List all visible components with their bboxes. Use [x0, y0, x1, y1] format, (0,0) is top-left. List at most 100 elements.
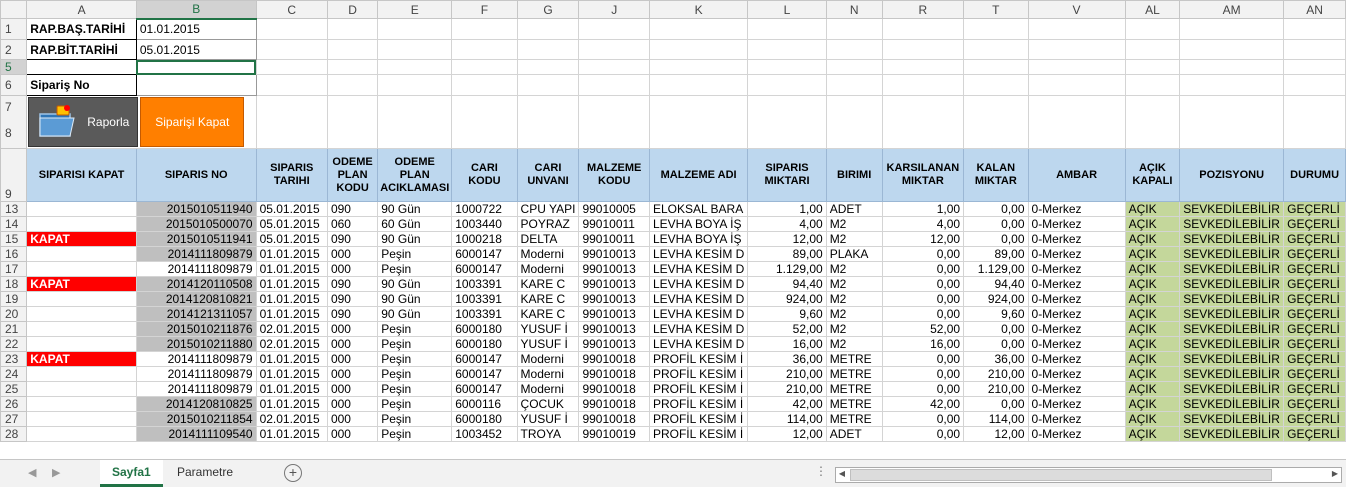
- acik-kapali-cell[interactable]: AÇIK: [1124, 246, 1181, 262]
- row-header[interactable]: 17: [0, 261, 28, 277]
- empty-cell[interactable]: [825, 59, 883, 75]
- ambar-cell[interactable]: 0-Merkez: [1027, 246, 1126, 262]
- birimi-cell[interactable]: M2: [825, 261, 883, 277]
- empty-cell[interactable]: [825, 74, 883, 96]
- pozisyonu-cell[interactable]: SEVKEDİLEBİLİR: [1179, 411, 1285, 427]
- siparis-miktari-cell[interactable]: 52,00: [747, 321, 827, 337]
- cari-unvani-cell[interactable]: TROYA: [516, 426, 580, 442]
- odeme-plan-kodu-cell[interactable]: 000: [326, 246, 379, 262]
- odeme-plan-kodu-cell[interactable]: 090: [326, 276, 379, 292]
- siparisi-kapat-cell[interactable]: [26, 336, 137, 352]
- header-cari-unvani[interactable]: CARI UNVANI: [516, 148, 580, 202]
- header-durumu[interactable]: DURUMU: [1283, 148, 1346, 202]
- malzeme-adi-cell[interactable]: PROFİL KESİM İ: [648, 351, 749, 367]
- siparisi-kapat-cell[interactable]: [26, 366, 137, 382]
- malzeme-adi-cell[interactable]: ELOKSAL BARA: [648, 201, 749, 217]
- cari-unvani-cell[interactable]: ÇOCUK: [516, 396, 580, 412]
- durumu-cell[interactable]: GEÇERLİ: [1283, 426, 1346, 442]
- odeme-plan-kodu-cell[interactable]: 000: [326, 321, 379, 337]
- acik-kapali-cell[interactable]: AÇIK: [1124, 216, 1181, 232]
- ambar-cell[interactable]: 0-Merkez: [1027, 231, 1126, 247]
- empty-cell[interactable]: [1027, 18, 1126, 40]
- triangle-left-icon[interactable]: ◀: [28, 466, 36, 479]
- empty-cell[interactable]: [881, 74, 965, 96]
- malzeme-kodu-cell[interactable]: 99010018: [578, 366, 650, 382]
- empty-cell[interactable]: [326, 74, 379, 96]
- odeme-plan-aciklama-cell[interactable]: Peşin: [377, 246, 453, 262]
- empty-cell[interactable]: [963, 18, 1029, 40]
- odeme-plan-kodu-cell[interactable]: 060: [326, 216, 379, 232]
- siparisi-kapat-cell[interactable]: KAPAT: [26, 276, 137, 292]
- report-end-value[interactable]: 05.01.2015: [135, 39, 257, 60]
- odeme-plan-aciklama-cell[interactable]: 90 Gün: [377, 231, 453, 247]
- malzeme-adi-cell[interactable]: PROFİL KESİM İ: [648, 381, 749, 397]
- cari-kodu-cell[interactable]: 1003391: [451, 306, 518, 322]
- kalan-miktar-cell[interactable]: 36,00: [963, 351, 1029, 367]
- odeme-plan-kodu-cell[interactable]: 000: [326, 351, 379, 367]
- siparis-tarihi-cell[interactable]: 02.01.2015: [255, 321, 328, 337]
- malzeme-adi-cell[interactable]: LEVHA BOYA İŞ: [648, 231, 749, 247]
- order-no-input[interactable]: [135, 74, 257, 96]
- acik-kapali-cell[interactable]: AÇIK: [1124, 336, 1181, 352]
- empty-cell[interactable]: [377, 39, 453, 60]
- acik-kapali-cell[interactable]: AÇIK: [1124, 201, 1181, 217]
- row-header[interactable]: 2: [0, 39, 28, 60]
- odeme-plan-aciklama-cell[interactable]: Peşin: [377, 396, 453, 412]
- cari-unvani-cell[interactable]: Moderni: [516, 366, 580, 382]
- malzeme-adi-cell[interactable]: LEVHA KESİM D: [648, 291, 749, 307]
- malzeme-adi-cell[interactable]: LEVHA KESİM D: [648, 321, 749, 337]
- empty-cell[interactable]: [451, 95, 518, 149]
- siparis-miktari-cell[interactable]: 4,00: [747, 216, 827, 232]
- pozisyonu-cell[interactable]: SEVKEDİLEBİLİR: [1179, 366, 1285, 382]
- cari-unvani-cell[interactable]: KARE C: [516, 276, 580, 292]
- durumu-cell[interactable]: GEÇERLİ: [1283, 381, 1346, 397]
- empty-cell[interactable]: [648, 95, 749, 149]
- order-no-label[interactable]: Sipariş No: [26, 74, 137, 96]
- odeme-plan-kodu-cell[interactable]: 000: [326, 411, 379, 427]
- empty-cell[interactable]: [1027, 74, 1126, 96]
- column-header[interactable]: L: [747, 0, 827, 19]
- durumu-cell[interactable]: GEÇERLİ: [1283, 396, 1346, 412]
- odeme-plan-aciklama-cell[interactable]: Peşin: [377, 351, 453, 367]
- odeme-plan-aciklama-cell[interactable]: Peşin: [377, 321, 453, 337]
- empty-cell[interactable]: [1027, 59, 1126, 75]
- malzeme-kodu-cell[interactable]: 99010011: [578, 216, 650, 232]
- odeme-plan-aciklama-cell[interactable]: Peşin: [377, 426, 453, 442]
- malzeme-kodu-cell[interactable]: 99010013: [578, 336, 650, 352]
- empty-cell[interactable]: [516, 95, 580, 149]
- report-start-label[interactable]: RAP.BAŞ.TARİHİ: [26, 18, 137, 40]
- empty-cell[interactable]: [326, 59, 379, 75]
- row-header[interactable]: 16: [0, 246, 28, 262]
- cari-kodu-cell[interactable]: 6000147: [451, 381, 518, 397]
- karsilanan-miktar-cell[interactable]: 0,00: [881, 411, 965, 427]
- empty-cell[interactable]: [1124, 59, 1181, 75]
- malzeme-kodu-cell[interactable]: 99010013: [578, 246, 650, 262]
- empty-cell[interactable]: [578, 95, 650, 149]
- pozisyonu-cell[interactable]: SEVKEDİLEBİLİR: [1179, 426, 1285, 442]
- empty-cell[interactable]: [1124, 18, 1181, 40]
- empty-cell[interactable]: [1179, 74, 1285, 96]
- pozisyonu-cell[interactable]: SEVKEDİLEBİLİR: [1179, 336, 1285, 352]
- header-karsilanan-miktar[interactable]: KARSILANAN MIKTAR: [881, 148, 965, 202]
- column-header[interactable]: E: [377, 0, 453, 19]
- malzeme-kodu-cell[interactable]: 99010005: [578, 201, 650, 217]
- empty-cell[interactable]: [377, 95, 453, 149]
- cari-unvani-cell[interactable]: Moderni: [516, 246, 580, 262]
- siparis-tarihi-cell[interactable]: 01.01.2015: [255, 276, 328, 292]
- malzeme-kodu-cell[interactable]: 99010013: [578, 321, 650, 337]
- odeme-plan-kodu-cell[interactable]: 090: [326, 291, 379, 307]
- empty-cell[interactable]: [747, 18, 827, 40]
- karsilanan-miktar-cell[interactable]: 0,00: [881, 261, 965, 277]
- empty-cell[interactable]: [747, 39, 827, 60]
- siparis-miktari-cell[interactable]: 12,00: [747, 426, 827, 442]
- siparis-no-cell[interactable]: 2015010211880: [135, 336, 257, 352]
- siparisi-kapat-cell[interactable]: [26, 381, 137, 397]
- row-header[interactable]: 27: [0, 411, 28, 427]
- more-options-icon[interactable]: ⋮: [815, 464, 827, 478]
- row-header[interactable]: 24: [0, 366, 28, 382]
- kalan-miktar-cell[interactable]: 0,00: [963, 231, 1029, 247]
- empty-cell[interactable]: [1179, 18, 1285, 40]
- siparisi-kapat-cell[interactable]: KAPAT: [26, 351, 137, 367]
- empty-cell[interactable]: [881, 95, 965, 149]
- cari-kodu-cell[interactable]: 6000116: [451, 396, 518, 412]
